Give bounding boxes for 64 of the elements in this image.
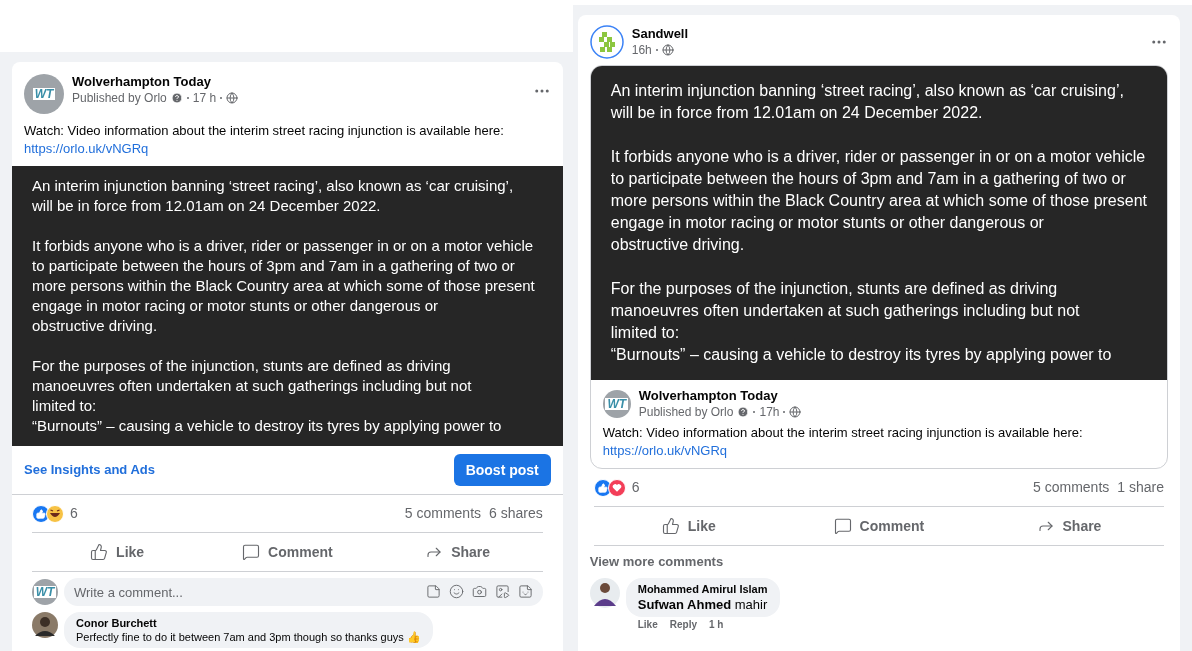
post-link[interactable]: https://orlo.uk/vNGRq: [24, 141, 149, 156]
globe-icon: [226, 92, 239, 104]
shared-post[interactable]: [589, 65, 1168, 469]
avatar-sticker-icon[interactable]: [425, 584, 441, 599]
page-name[interactable]: Wolverhampton Today: [72, 74, 525, 90]
image-paragraph: It forbids anyone who is a driver, rider or passenger in or on a motor vehicle to participate between the hours of 3pm and 7am in a gathering of two or more persons within the Black Country area at which some of those present engage in motor racing or motor stunts or other dangerous or obstructive driving.: [32, 236, 536, 336]
byline: Published by Orlo: [638, 404, 734, 420]
post-image[interactable]: [12, 166, 563, 446]
boost-post-button[interactable]: Boost post: [453, 454, 551, 486]
action-button[interactable]: Share: [973, 511, 1164, 541]
comment-action[interactable]: Reply: [669, 618, 697, 631]
commenter-avatar[interactable]: [589, 577, 620, 608]
help-icon[interactable]: [737, 406, 750, 418]
comments-count[interactable]: 5 comments: [1033, 477, 1110, 498]
post-time[interactable]: 16h: [631, 42, 652, 58]
page-avatar[interactable]: [589, 25, 624, 59]
action-button[interactable]: Share: [372, 537, 543, 567]
comment-author[interactable]: Conor Burchett: [76, 616, 421, 630]
sticker-icon[interactable]: [517, 584, 533, 599]
comment-text: Sufwan Ahmed mahir: [637, 595, 768, 613]
thumbs-up-icon: [661, 517, 680, 535]
post-caption: Watch: Video information about the interim street racing injunction is available here:: [602, 424, 1084, 442]
byline: Published by Orlo: [72, 90, 167, 106]
post-image[interactable]: [590, 66, 1167, 380]
action-button[interactable]: Comment: [202, 537, 373, 567]
post-link[interactable]: https://orlo.uk/vNGRq: [602, 443, 727, 458]
page-name[interactable]: Wolverhampton Today: [638, 388, 802, 404]
comment-author[interactable]: Mohammed Amirul Islam: [637, 581, 768, 596]
speech-bubble-icon: [833, 517, 852, 535]
page-avatar[interactable]: WT: [24, 74, 64, 114]
shares-count[interactable]: 6 shares: [489, 503, 543, 524]
page-avatar[interactable]: WT: [602, 390, 631, 418]
comments-count[interactable]: 5 comments: [404, 503, 482, 524]
commenter-avatar[interactable]: [32, 612, 58, 638]
reaction-count[interactable]: 6: [70, 503, 78, 524]
reaction-count[interactable]: 6: [631, 477, 640, 498]
comment-text: Perfectly fine to do it between 7am and 3pm though so thanks guys 👍: [76, 630, 421, 644]
image-paragraph: It forbids anyone who is a driver, rider or passenger in or on a motor vehicle to participate between the hours of 3pm and 7am in a gathering of two or more persons within the Black Country area at which some of those present engage in motor racing or motor stunts or other dangerous or obstructive driving.: [610, 147, 1147, 255]
post-time[interactable]: 17h: [759, 404, 780, 420]
comment-action[interactable]: Like: [637, 618, 658, 631]
page-name[interactable]: Sandwell: [631, 26, 1142, 42]
globe-icon: [661, 44, 674, 56]
camera-icon[interactable]: [471, 584, 487, 599]
view-more-comments-link[interactable]: View more comments: [589, 546, 1168, 572]
smiley-icon[interactable]: [448, 584, 464, 599]
action-button[interactable]: Comment: [783, 511, 974, 541]
shares-count[interactable]: 1 share: [1117, 477, 1164, 498]
thumbs-up-icon: [90, 543, 109, 561]
comment-field[interactable]: Write a comment...: [64, 578, 543, 606]
image-paragraph: For the purposes of the injunction, stunts are defined as driving manoeuvres often undertaken at such gatherings including but not limited to: “Burnouts” – causing a vehicle to destroy its tyres by applying power to: [32, 356, 503, 436]
globe-icon: [789, 406, 802, 418]
image-paragraph: An interim injunction banning ‘street racing’, also known as ‘car cruising’, will be in force from 12.01am on 24 December 2022.: [32, 176, 515, 216]
action-button[interactable]: Like: [593, 511, 784, 541]
gif-icon[interactable]: [494, 584, 510, 599]
image-paragraph: An interim injunction banning ‘street racing’, also known as ‘car cruising’, will be in force from 12.01am on 24 December 2022.: [610, 81, 1125, 123]
post-time[interactable]: 17 h: [192, 90, 217, 106]
image-paragraph: For the purposes of the injunction, stunts are defined as driving manoeuvres often undertaken at such gatherings including but not limited to: “Burnouts” – causing a vehicle to destroy its tyres by applying power to: [610, 279, 1113, 365]
help-icon[interactable]: [170, 92, 183, 104]
post-caption: Watch: Video information about the interim street racing injunction is available here:: [24, 122, 505, 140]
speech-bubble-icon: [242, 543, 261, 561]
action-button[interactable]: Like: [32, 537, 203, 567]
insights-link[interactable]: See Insights and Ads: [24, 460, 155, 480]
page-avatar[interactable]: WT: [32, 579, 58, 605]
comment-action: 1 h: [709, 618, 724, 631]
